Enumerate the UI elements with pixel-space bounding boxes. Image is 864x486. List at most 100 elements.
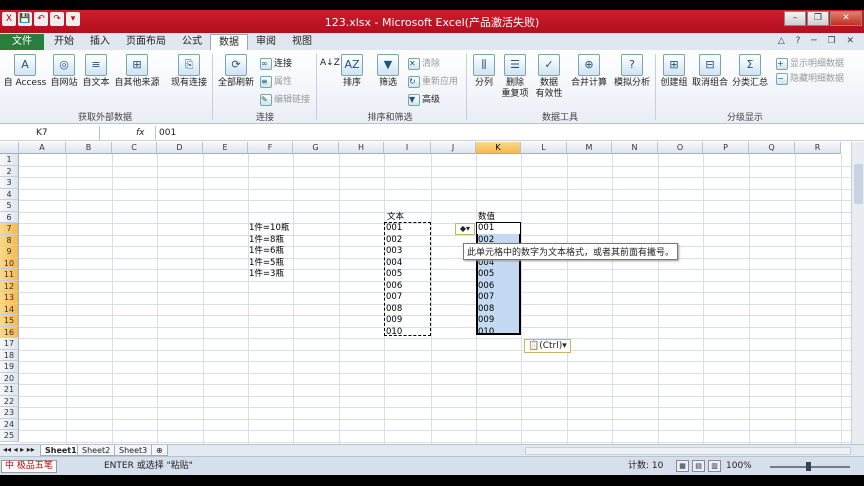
cell-F7[interactable]: 1件=10瓶 (249, 223, 289, 234)
cell-K14[interactable]: 008 (478, 304, 494, 315)
column-header-A[interactable]: A (19, 142, 66, 154)
restore-button[interactable]: ❐ (807, 11, 829, 26)
cell-K7[interactable]: 001 (478, 223, 494, 234)
column-header-K[interactable]: K (476, 142, 521, 154)
row-header-23[interactable]: 23 (0, 407, 19, 419)
column-header-P[interactable]: P (703, 142, 749, 154)
help-icons[interactable]: △ ? ─ ❐ ✕ (778, 36, 858, 46)
row-header-15[interactable]: 15 (0, 315, 19, 327)
column-header-D[interactable]: D (157, 142, 203, 154)
cell-I10[interactable]: 004 (386, 258, 402, 269)
advanced-button[interactable]: ▼ 高级 (408, 92, 440, 106)
zoom-level[interactable]: 100% (726, 460, 752, 473)
from-web-button[interactable]: ◎ 自网站 (48, 54, 80, 89)
select-all-corner[interactable] (0, 142, 19, 154)
column-header-J[interactable]: J (431, 142, 476, 154)
cell-F8[interactable]: 1件=8瓶 (249, 235, 284, 246)
normal-view-icon[interactable]: ▦ (676, 460, 689, 472)
reapply-button[interactable]: ↻ 重新应用 (408, 74, 458, 88)
remove-duplicates-button[interactable]: ☰ 删除 重复项 (500, 54, 530, 100)
cell-K6[interactable]: 数值 (478, 212, 495, 223)
show-detail-button[interactable]: + 显示明细数据 (776, 56, 844, 70)
page-break-view-icon[interactable]: ▥ (708, 460, 721, 472)
insert-function-icon[interactable]: fx (136, 126, 145, 140)
group-button[interactable]: ⊞ 创建组 (658, 54, 690, 89)
vertical-scrollbar[interactable] (851, 142, 864, 444)
text-to-columns-button[interactable]: ⫼ 分列 (470, 54, 498, 89)
row-header-19[interactable]: 19 (0, 361, 19, 373)
column-header-O[interactable]: O (658, 142, 703, 154)
row-header-17[interactable]: 17 (0, 338, 19, 350)
insert-sheet-icon[interactable]: ⊕ (151, 445, 168, 456)
row-header-8[interactable]: 8 (0, 234, 19, 246)
page-layout-view-icon[interactable]: ▤ (692, 460, 705, 472)
refresh-all-button[interactable]: ⟳ 全部刷新 (215, 54, 257, 89)
zoom-slider-handle[interactable] (806, 462, 811, 471)
row-header-22[interactable]: 22 (0, 395, 19, 407)
row-header-16[interactable]: 16 (0, 326, 19, 338)
row-header-20[interactable]: 20 (0, 372, 19, 384)
sort-button[interactable]: AZ 排序 (338, 54, 366, 89)
scroll-thumb[interactable] (854, 164, 863, 204)
column-header-I[interactable]: I (384, 142, 431, 154)
cell-I13[interactable]: 007 (386, 292, 402, 303)
row-header-5[interactable]: 5 (0, 200, 19, 212)
column-header-E[interactable]: E (203, 142, 248, 154)
clear-button[interactable]: ✕ 清除 (408, 56, 440, 70)
cell-I9[interactable]: 003 (386, 246, 402, 257)
column-header-H[interactable]: H (339, 142, 384, 154)
row-header-12[interactable]: 12 (0, 280, 19, 292)
row-header-7[interactable]: 7 (0, 223, 19, 235)
horizontal-scrollbar[interactable] (525, 447, 851, 455)
what-if-analysis-button[interactable]: ? 模拟分析 (612, 54, 652, 89)
column-header-N[interactable]: N (612, 142, 658, 154)
cell-I15[interactable]: 009 (386, 315, 402, 326)
row-header-11[interactable]: 11 (0, 269, 19, 281)
row-header-3[interactable]: 3 (0, 177, 19, 189)
column-header-G[interactable]: G (293, 142, 339, 154)
error-warning-icon[interactable]: ◆▾ (455, 223, 475, 235)
filter-button[interactable]: ▼ 筛选 (374, 54, 402, 89)
connections-button[interactable]: ∞ 连接 (260, 56, 292, 70)
tab-review[interactable]: 审阅 (248, 34, 284, 50)
column-header-Q[interactable]: Q (749, 142, 795, 154)
cell-K16[interactable]: 010 (478, 327, 494, 338)
cell-I16[interactable]: 010 (386, 327, 402, 338)
column-header-L[interactable]: L (521, 142, 567, 154)
cell-I7[interactable]: 001 (386, 223, 402, 234)
cell-I6[interactable]: 文本 (387, 212, 404, 223)
row-header-21[interactable]: 21 (0, 384, 19, 396)
existing-connections-button[interactable]: ⎘ 现有连接 (168, 54, 210, 89)
from-text-button[interactable]: ≡ 自文本 (80, 54, 112, 89)
ime-indicator[interactable]: 中 极品五笔 (1, 460, 57, 473)
sheet-nav-arrows[interactable]: ◂◂ ◂ ▸ ▸▸ (3, 445, 35, 454)
sheet-tab-3[interactable]: Sheet3 (114, 445, 153, 456)
cell-K15[interactable]: 009 (478, 315, 494, 326)
properties-button[interactable]: ≡ 属性 (260, 74, 292, 88)
sort-az-button[interactable]: A↓Z (320, 58, 340, 69)
edit-links-button[interactable]: ✎ 编辑链接 (260, 92, 310, 106)
row-header-25[interactable]: 25 (0, 430, 19, 442)
row-header-9[interactable]: 9 (0, 246, 19, 258)
from-other-sources-button[interactable]: ⊞ 自其他来源 (112, 54, 162, 89)
tab-file[interactable]: 文件 (0, 34, 44, 50)
tab-home[interactable]: 开始 (46, 34, 82, 50)
cell-I12[interactable]: 006 (386, 281, 402, 292)
column-header-M[interactable]: M (567, 142, 612, 154)
cell-F11[interactable]: 1件=3瓶 (249, 269, 284, 280)
cell-K11[interactable]: 005 (478, 269, 494, 280)
cell-I8[interactable]: 002 (386, 235, 402, 246)
close-button[interactable]: ✕ (830, 11, 862, 26)
tab-view[interactable]: 视图 (284, 34, 320, 50)
cell-F10[interactable]: 1件=5瓶 (249, 258, 284, 269)
row-header-14[interactable]: 14 (0, 303, 19, 315)
column-header-R[interactable]: R (795, 142, 841, 154)
sheet-tab-1[interactable]: Sheet1 (40, 445, 82, 456)
tab-data[interactable]: 数据 (210, 34, 248, 50)
data-validation-button[interactable]: ✓ 数据 有效性 (532, 54, 566, 100)
row-header-4[interactable]: 4 (0, 188, 19, 200)
cell-I14[interactable]: 008 (386, 304, 402, 315)
row-header-24[interactable]: 24 (0, 418, 19, 430)
paste-options-button[interactable]: 📋(Ctrl)▾ (524, 339, 571, 353)
ungroup-button[interactable]: ⊟ 取消组合 (690, 54, 730, 89)
